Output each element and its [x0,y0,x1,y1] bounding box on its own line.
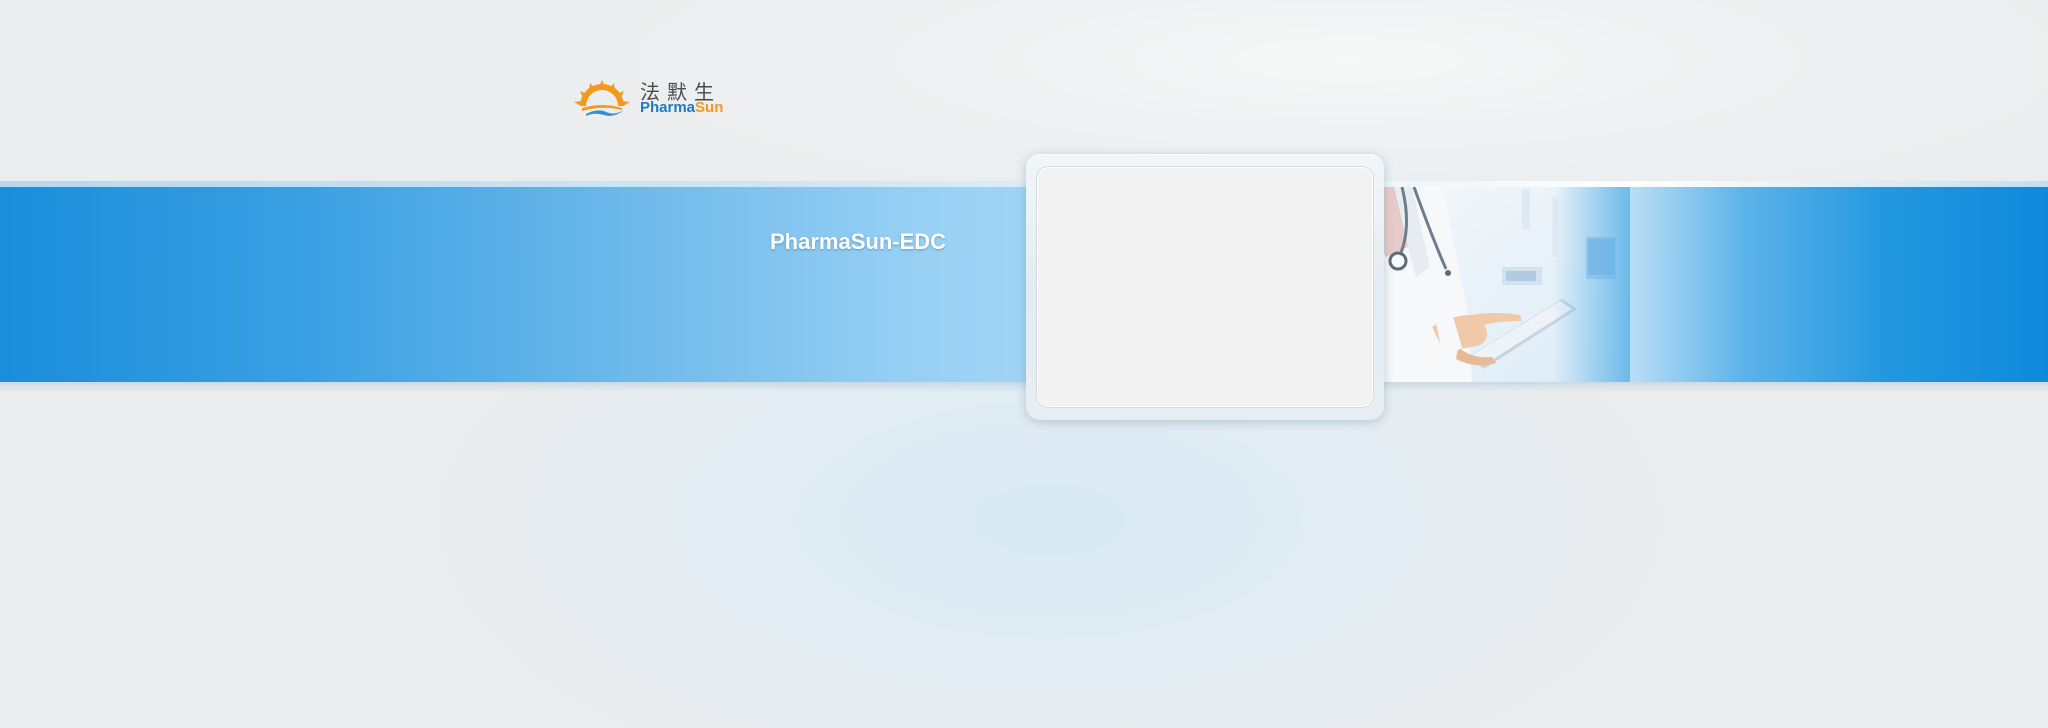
system-title: PharmaSun-EDC [770,229,947,254]
login-panel [1036,166,1374,408]
company-logo: 法默生 PharmaSun [572,76,732,120]
banner-band [0,187,2048,382]
brand-name-part2: Sun [695,99,724,116]
banner-shadow [0,382,2048,392]
login-box [1026,154,1384,420]
company-name-english: PharmaSun [640,99,723,116]
doctor-with-tablet-photo [1372,187,1630,382]
top-background [0,0,2048,180]
brand-name-part1: Pharma [640,99,696,116]
sun-logo-icon [574,80,630,116]
